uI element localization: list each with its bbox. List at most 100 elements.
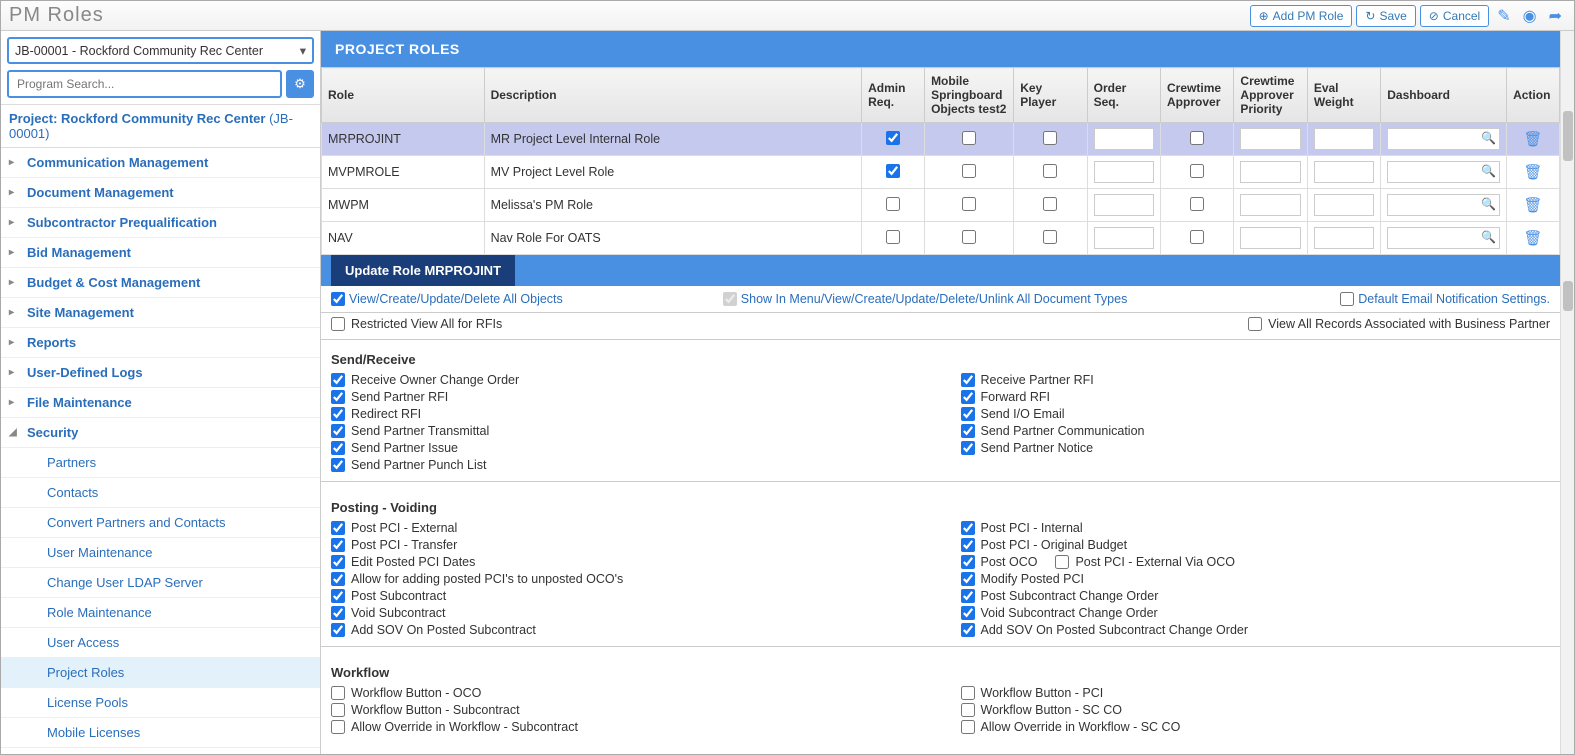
sidebar-subitem-change-user-ldap-server[interactable]: Change User LDAP Server <box>1 568 320 598</box>
permission-item[interactable]: Workflow Button - PCI <box>961 684 1551 701</box>
search-icon[interactable]: 🔍 <box>1481 164 1496 178</box>
crewtime-approver-checkbox[interactable] <box>1190 197 1204 211</box>
sidebar-item-file-maintenance[interactable]: ▸File Maintenance <box>1 388 320 418</box>
admin-checkbox[interactable] <box>886 164 900 178</box>
edit-icon[interactable]: ✎ <box>1493 4 1514 28</box>
mso-checkbox[interactable] <box>962 164 976 178</box>
admin-checkbox[interactable] <box>886 131 900 145</box>
permission-item[interactable]: Modify Posted PCI <box>961 570 1551 587</box>
permission-item[interactable]: Send Partner Communication <box>961 422 1551 439</box>
permission-item[interactable]: Workflow Button - SC CO <box>961 701 1551 718</box>
mso-checkbox[interactable] <box>962 197 976 211</box>
permission-item[interactable]: Forward RFI <box>961 388 1551 405</box>
permission-item[interactable]: Allow for adding posted PCI's to unposte… <box>331 570 921 587</box>
permission-item[interactable]: Post Subcontract Change Order <box>961 587 1551 604</box>
eval-weight-input[interactable] <box>1314 194 1374 216</box>
crewtime-priority-input[interactable] <box>1240 227 1300 249</box>
sidebar-subitem-contacts[interactable]: Contacts <box>1 478 320 508</box>
permission-item[interactable]: Send I/O Email <box>961 405 1551 422</box>
permission-item[interactable]: Receive Owner Change Order <box>331 371 921 388</box>
crewtime-priority-input[interactable] <box>1240 161 1300 183</box>
crewtime-approver-checkbox[interactable] <box>1190 230 1204 244</box>
add-pm-role-button[interactable]: ⊕Add PM Role <box>1250 5 1353 27</box>
scrollbar[interactable] <box>1560 31 1574 754</box>
permission-item[interactable]: Allow Override in Workflow - Subcontract <box>331 718 921 735</box>
permission-item[interactable]: Post PCI - Transfer <box>331 536 921 553</box>
sidebar-item-document-management[interactable]: ▸Document Management <box>1 178 320 208</box>
order-seq-input[interactable] <box>1094 161 1154 183</box>
sidebar-item-user-defined-logs[interactable]: ▸User-Defined Logs <box>1 358 320 388</box>
permission-item[interactable]: Void Subcontract <box>331 604 921 621</box>
restricted-view-option[interactable]: Restricted View All for RFIs <box>331 317 502 331</box>
order-seq-input[interactable] <box>1094 194 1154 216</box>
column-header[interactable]: Action <box>1507 68 1560 123</box>
keyplayer-checkbox[interactable] <box>1043 164 1057 178</box>
column-header[interactable]: Key Player <box>1014 68 1087 123</box>
table-row[interactable]: MWPMMelissa's PM Role🔍🗑 <box>322 189 1560 222</box>
permission-item[interactable]: Receive Partner RFI <box>961 371 1551 388</box>
mso-checkbox[interactable] <box>962 131 976 145</box>
default-email-option[interactable]: Default Email Notification Settings. <box>1340 292 1550 306</box>
column-header[interactable]: Eval Weight <box>1307 68 1380 123</box>
permission-item[interactable]: Redirect RFI <box>331 405 921 422</box>
sidebar-item-subcontractor-prequalification[interactable]: ▸Subcontractor Prequalification <box>1 208 320 238</box>
delete-icon[interactable]: 🗑 <box>1524 230 1543 247</box>
permission-item[interactable]: Post PCI - Internal <box>961 519 1551 536</box>
mso-checkbox[interactable] <box>962 230 976 244</box>
table-row[interactable]: NAVNav Role For OATS🔍🗑 <box>322 222 1560 255</box>
sidebar-item-site-management[interactable]: ▸Site Management <box>1 298 320 328</box>
permission-item[interactable]: Edit Posted PCI Dates <box>331 553 921 570</box>
user-icon[interactable]: ◉ <box>1519 4 1541 28</box>
table-row[interactable]: MVPMROLEMV Project Level Role🔍🗑 <box>322 156 1560 189</box>
permission-item[interactable]: Workflow Button - OCO <box>331 684 921 701</box>
table-row[interactable]: MRPROJINTMR Project Level Internal Role🔍… <box>322 123 1560 156</box>
sidebar-subitem-role-maintenance[interactable]: Role Maintenance <box>1 598 320 628</box>
save-button[interactable]: ↻Save <box>1356 5 1415 27</box>
column-header[interactable]: Order Seq. <box>1087 68 1160 123</box>
column-header[interactable]: Admin Req. <box>862 68 925 123</box>
view-bp-option[interactable]: View All Records Associated with Busines… <box>1248 317 1550 331</box>
scroll-thumb-panel[interactable] <box>1563 281 1573 311</box>
admin-checkbox[interactable] <box>886 197 900 211</box>
sidebar-subitem-user-maintenance[interactable]: User Maintenance <box>1 538 320 568</box>
delete-icon[interactable]: 🗑 <box>1524 131 1543 148</box>
order-seq-input[interactable] <box>1094 128 1154 150</box>
sidebar-item-communication-management[interactable]: ▸Communication Management <box>1 148 320 178</box>
sidebar-item-budget-cost-management[interactable]: ▸Budget & Cost Management <box>1 268 320 298</box>
permission-item[interactable]: Workflow Button - Subcontract <box>331 701 921 718</box>
sidebar-item-bid-management[interactable]: ▸Bid Management <box>1 238 320 268</box>
column-header[interactable]: Description <box>484 68 862 123</box>
project-select[interactable]: JB-00001 - Rockford Community Rec Center… <box>7 37 314 64</box>
column-header[interactable]: Role <box>322 68 485 123</box>
permission-item[interactable]: Post Subcontract <box>331 587 921 604</box>
sidebar-subitem-license-pools[interactable]: License Pools <box>1 688 320 718</box>
program-search-input[interactable] <box>7 70 282 98</box>
column-header[interactable]: Crewtime Approver <box>1161 68 1234 123</box>
keyplayer-checkbox[interactable] <box>1043 131 1057 145</box>
scroll-thumb-table[interactable] <box>1563 111 1573 161</box>
permission-item[interactable]: Send Partner Notice <box>961 439 1551 456</box>
show-menu-option[interactable]: Show In Menu/View/Create/Update/Delete/U… <box>723 292 1128 306</box>
delete-icon[interactable]: 🗑 <box>1524 197 1543 214</box>
order-seq-input[interactable] <box>1094 227 1154 249</box>
search-icon[interactable]: 🔍 <box>1481 197 1496 211</box>
column-header[interactable]: Dashboard <box>1381 68 1507 123</box>
exit-icon[interactable]: ➦ <box>1545 4 1566 28</box>
view-objects-option[interactable]: View/Create/Update/Delete All Objects <box>331 292 563 306</box>
keyplayer-checkbox[interactable] <box>1043 197 1057 211</box>
column-header[interactable]: Crewtime Approver Priority <box>1234 68 1307 123</box>
search-icon[interactable]: 🔍 <box>1481 131 1496 145</box>
permission-item[interactable]: Send Partner Issue <box>331 439 921 456</box>
column-header[interactable]: Mobile Springboard Objects test2 <box>925 68 1014 123</box>
sidebar-subitem-project-roles[interactable]: Project Roles <box>1 658 320 688</box>
permission-item[interactable]: Post PCI - External Via OCO <box>1055 555 1235 569</box>
search-settings-button[interactable]: ⚙ <box>286 70 314 98</box>
keyplayer-checkbox[interactable] <box>1043 230 1057 244</box>
delete-icon[interactable]: 🗑 <box>1524 164 1543 181</box>
permission-item[interactable]: Post OCOPost PCI - External Via OCO <box>961 553 1551 570</box>
cancel-button[interactable]: ⊘Cancel <box>1420 5 1489 27</box>
permission-item[interactable]: Post PCI - Original Budget <box>961 536 1551 553</box>
permission-item[interactable]: Add SOV On Posted Subcontract <box>331 621 921 638</box>
crewtime-priority-input[interactable] <box>1240 194 1300 216</box>
permission-item[interactable]: Send Partner Punch List <box>331 456 921 473</box>
